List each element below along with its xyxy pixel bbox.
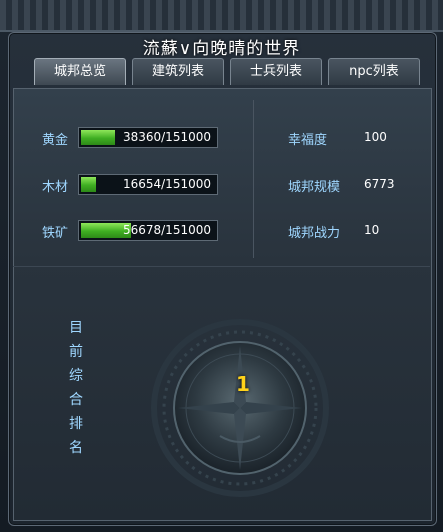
overall-ranking-value: 1 [236,372,250,396]
resource-wood-bar-fill [81,177,96,192]
stat-happiness-value: 100 [364,130,387,144]
resource-iron-value: 56678/151000 [122,223,211,237]
ranking-char: 合 [69,392,83,408]
resource-gold-bar: 38360/151000 [78,127,218,148]
stat-happiness-label: 幸福度 [288,133,328,148]
stat-city-scale-label: 城邦规模 [288,180,341,195]
stat-city-scale-value: 6773 [364,177,395,191]
tab-soldier-list[interactable]: 士兵列表 [230,58,322,85]
tab-npc-list[interactable]: npc列表 [328,58,420,85]
top-ornament [0,0,443,32]
stat-city-power-label: 城邦战力 [288,226,341,241]
ranking-char: 名 [69,440,83,456]
resource-wood-value: 16654/151000 [122,177,211,191]
ranking-char: 综 [69,368,83,384]
resource-gold-label: 黄金 [42,133,69,148]
tab-city-overview[interactable]: 城邦总览 [34,58,126,85]
resource-iron-bar: 56678/151000 [78,220,218,241]
resource-wood-label: 木材 [42,180,69,195]
resource-iron-label: 铁矿 [42,226,69,241]
stat-city-power-value: 10 [364,223,380,237]
resource-gold-value: 38360/151000 [122,130,211,144]
ranking-char: 目 [69,320,83,336]
overall-ranking-label: 目 前 综 合 排 名 [66,316,86,460]
ranking-char: 前 [69,344,83,360]
section-divider [13,266,430,267]
tab-building-list[interactable]: 建筑列表 [132,58,224,85]
resource-wood-bar: 16654/151000 [78,174,218,195]
compass-emblem-icon [151,319,329,497]
window-title: 流蘇∨向晚晴的世界 [142,39,301,59]
resource-gold-bar-fill [81,130,115,145]
column-divider [253,100,254,258]
ranking-char: 排 [69,416,83,432]
